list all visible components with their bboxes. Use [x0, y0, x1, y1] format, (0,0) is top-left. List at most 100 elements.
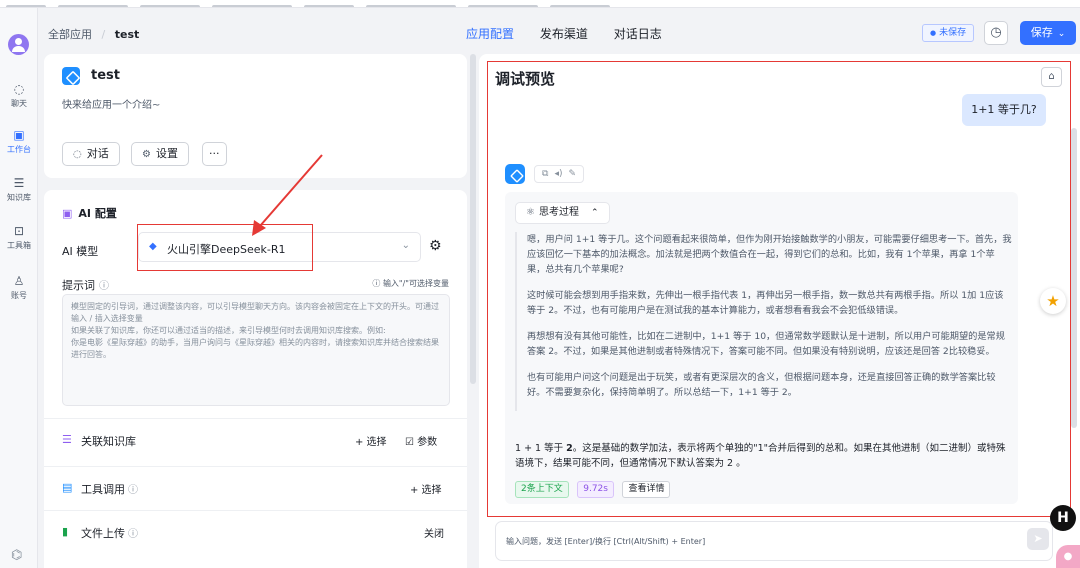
robot-icon: ▣ [13, 128, 25, 142]
response-time-badge: 9.72s [577, 481, 614, 498]
tab-app-config[interactable]: 应用配置 [466, 27, 514, 41]
assistant-answer: ⚛ 思考过程 ⌃ 嗯，用户问 1+1 等于几。这个问题看起来很简单，但作为刚开始接触… [505, 192, 1018, 504]
view-detail-button[interactable]: 查看详情 [622, 481, 671, 498]
copy-icon[interactable]: ⧉ [542, 169, 548, 179]
more-icon: ··· [209, 147, 220, 160]
preview-scrollbar[interactable] [1071, 128, 1077, 428]
bot-avatar-icon [505, 164, 525, 184]
prompt-placeholder: 模型固定的引导词，通过调整该内容，可以引导模型聊天方向。该内容会被固定在上下文的… [71, 302, 439, 359]
chevron-down-icon: ⌄ [1057, 29, 1066, 39]
think-process-content: 嗯，用户问 1+1 等于几。这个问题看起来很简单，但作为刚开始接触数学的小朋友，… [515, 232, 1012, 411]
save-label: 保存 [1030, 26, 1053, 39]
send-button[interactable]: ➤ [1027, 528, 1049, 550]
rail-item-workbench[interactable]: ▣ 工作台 [0, 128, 38, 155]
database-icon: ☰ [62, 433, 72, 446]
file-icon: ▮ [62, 525, 69, 538]
help-icon[interactable]: ⓘ [128, 485, 138, 496]
clock-icon: ◷ [990, 25, 1002, 40]
left-scrollbar-thumb[interactable] [470, 54, 476, 384]
model-select-value: 火山引擎DeepSeek-R1 [167, 243, 286, 256]
left-navigation-rail: ◌ 聊天 ▣ 工作台 ☰ 知识库 ⊡ 工具箱 ♙ 账号 [0, 8, 38, 568]
speaker-icon[interactable]: ◂) [554, 169, 562, 179]
tab-chat-logs[interactable]: 对话日志 [614, 27, 662, 41]
final-answer-prefix: 1 + 1 等于 [515, 443, 567, 454]
rail-item-chat[interactable]: ◌ 聊天 [0, 82, 38, 109]
final-answer-suffix: 。这是基础的数学加法，表示将两个单独的"1"合并后得到的总和。如果在其他进制（如… [515, 443, 1006, 469]
model-settings-gear-icon[interactable]: ⚙ [429, 238, 442, 254]
app-info-card: test 快来给应用一个介绍~ ◌ 对话 ⚙ 设置 ··· [44, 54, 467, 178]
think-process-label: 思考过程 [538, 207, 579, 218]
breadcrumb-separator: / [101, 28, 106, 41]
browser-toolbar-strip [0, 0, 1080, 8]
think-paragraph: 再想想有没有其他可能性，比如在二进制中，1+1 等于 10，但通常数学题默认是十… [527, 331, 1005, 357]
knowledge-select-button[interactable]: + 选择 [355, 433, 387, 448]
volcano-engine-icon: ◆ [149, 241, 157, 252]
prompt-hint-text: 输入"/"可选择变量 [382, 279, 449, 288]
chat-input-box [495, 521, 1053, 561]
tool-call-label-text: 工具调用 [81, 483, 125, 496]
edit-icon[interactable]: ✎ [568, 169, 576, 179]
clear-chat-button[interactable]: ⌂ [1041, 67, 1062, 87]
file-upload-row: ▮ 文件上传 ⓘ 关闭 [44, 510, 467, 554]
settings-button[interactable]: ⚙ 设置 [131, 142, 189, 166]
robot-icon: ▣ [62, 207, 73, 220]
ai-config-title-text: AI 配置 [78, 207, 117, 220]
prompt-label: 提示词 ⓘ [62, 277, 109, 293]
ai-config-card: ▣ AI 配置 AI 模型 ◆ 火山引擎DeepSeek-R1 ⌄ ⚙ 提示词 ⓘ … [44, 190, 467, 568]
prompt-label-text: 提示词 [62, 279, 95, 292]
top-header: 全部应用 / test 应用配置 发布渠道 对话日志 未保存 ◷ 保存 ⌄ [38, 8, 1080, 58]
more-button[interactable]: ··· [202, 142, 227, 166]
history-button[interactable]: ◷ [984, 21, 1008, 45]
chat-bubble-icon: ◌ [73, 149, 82, 160]
app-name: test [91, 68, 120, 83]
final-answer-bold: 2 [566, 443, 573, 454]
assistant-floating-icon[interactable]: ● [1056, 545, 1080, 568]
rail-item-account[interactable]: ♙ 账号 [0, 274, 38, 301]
h-floating-icon[interactable]: H [1050, 505, 1076, 531]
file-upload-label: 文件上传 ⓘ [81, 525, 138, 541]
tool-call-row: ▤ 工具调用 ⓘ + 选择 [44, 466, 467, 510]
unsaved-badge: 未保存 [922, 24, 975, 42]
github-icon[interactable]: ⌬ [11, 548, 22, 563]
rail-item-toolbox[interactable]: ⊡ 工具箱 [0, 224, 38, 251]
chat-input[interactable] [506, 533, 1006, 549]
tool-call-label: 工具调用 ⓘ [81, 481, 138, 497]
star-icon[interactable]: ★ [1040, 288, 1066, 314]
help-icon[interactable]: ⓘ [99, 281, 109, 292]
help-icon[interactable]: ⓘ [128, 529, 138, 540]
gear-icon: ⚙ [142, 149, 151, 160]
think-paragraph: 也有可能用户问这个问题是出于玩笑，或者有更深层次的含义，但根据问题本身，还是直接… [527, 372, 996, 398]
atom-icon: ⚛ [526, 207, 535, 218]
preview-title: 调试预览 [495, 70, 556, 88]
message-tools: ⧉ ◂) ✎ [534, 165, 585, 183]
knowledge-params-button[interactable]: ☑ 参数 [405, 433, 437, 448]
breadcrumb-all-apps[interactable]: 全部应用 [48, 28, 92, 41]
broom-icon: ⌂ [1048, 71, 1055, 82]
user-avatar[interactable] [8, 34, 29, 55]
save-button[interactable]: 保存 ⌄ [1020, 21, 1076, 45]
context-count-badge[interactable]: 2条上下文 [515, 481, 569, 498]
knowledge-base-label: 关联知识库 [81, 435, 136, 448]
file-upload-status[interactable]: 关闭 [424, 525, 444, 540]
settings-button-label: 设置 [155, 147, 178, 160]
send-icon: ➤ [1033, 532, 1043, 545]
ai-config-title: ▣ AI 配置 [62, 205, 117, 221]
app-description[interactable]: 快来给应用一个介绍~ [62, 96, 160, 111]
think-paragraph: 这时候可能会想到用手指来数，先伸出一根手指代表 1，再伸出另一根手指，数一数总共… [527, 290, 1004, 316]
file-upload-label-text: 文件上传 [81, 527, 125, 540]
tool-select-button[interactable]: + 选择 [410, 481, 442, 496]
prompt-textarea[interactable]: 模型固定的引导词，通过调整该内容，可以引导模型聊天方向。该内容会被固定在上下文的… [62, 294, 450, 406]
left-scrollbar[interactable] [469, 54, 477, 568]
chat-button[interactable]: ◌ 对话 [62, 142, 120, 166]
think-paragraph: 嗯，用户问 1+1 等于几。这个问题看起来很简单，但作为刚开始接触数学的小朋友，… [527, 234, 1012, 275]
knowledge-base-row: ☰ 关联知识库 + 选择 ☑ 参数 [44, 418, 467, 462]
think-process-toggle[interactable]: ⚛ 思考过程 ⌃ [515, 202, 610, 224]
database-icon: ☰ [13, 176, 25, 190]
model-select[interactable]: ◆ 火山引擎DeepSeek-R1 ⌄ [138, 232, 421, 262]
tab-publish-channels[interactable]: 发布渠道 [540, 27, 588, 41]
model-label: AI 模型 [62, 245, 99, 258]
answer-badges: 2条上下文 9.72s 查看详情 [515, 481, 675, 498]
rail-item-knowledge[interactable]: ☰ 知识库 [0, 176, 38, 203]
user-message-bubble: 1+1 等于几? [962, 94, 1046, 126]
header-tabs: 应用配置 发布渠道 对话日志 [466, 25, 684, 42]
